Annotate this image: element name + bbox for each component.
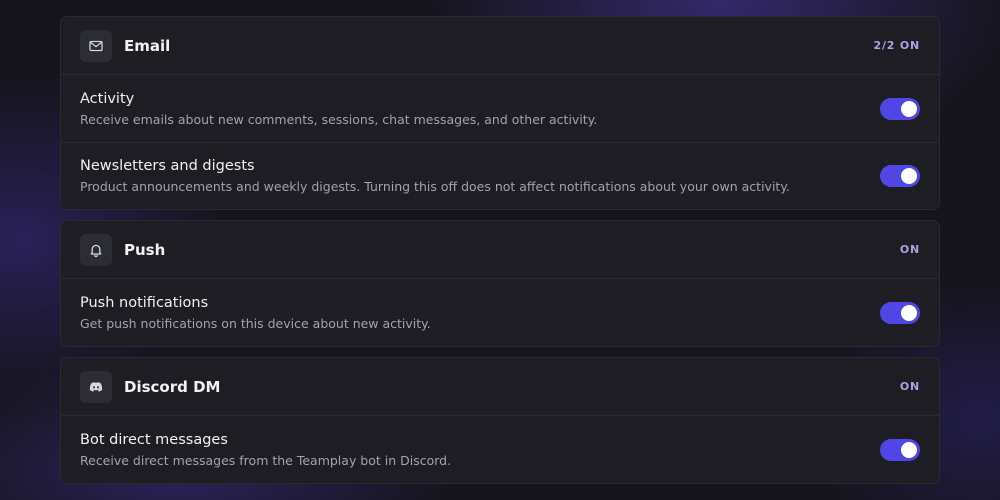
discord-section-title: Discord DM: [124, 377, 221, 396]
setting-description: Product announcements and weekly digests…: [80, 179, 790, 194]
setting-title: Push notifications: [80, 294, 209, 311]
setting-title: Activity: [80, 90, 135, 107]
push-notifications-toggle[interactable]: [880, 301, 920, 324]
email-section: Email 2/2 ON Activity Receive emails abo…: [60, 16, 940, 210]
toggle-knob: [901, 168, 917, 184]
email-section-header: Email 2/2 ON: [61, 17, 939, 75]
setting-title: Newsletters and digests: [80, 158, 255, 174]
setting-description: Receive direct messages from the Teampla…: [80, 452, 452, 468]
toggle-knob: [901, 441, 917, 458]
bell-icon: [80, 233, 112, 266]
setting-row-push-notifications: Push notifications Get push notification…: [61, 279, 939, 346]
newsletters-toggle[interactable]: [880, 165, 920, 187]
discord-icon: [80, 370, 112, 403]
push-section: Push ON Push notifications Get push noti…: [60, 220, 940, 347]
setting-row-newsletters: Newsletters and digests Product announce…: [61, 142, 939, 209]
email-section-title: Email: [124, 36, 171, 55]
discord-section: Discord DM ON Bot direct messages Receiv…: [60, 357, 940, 484]
push-section-status: ON: [899, 243, 920, 256]
setting-row-activity: Activity Receive emails about new commen…: [61, 75, 939, 142]
bot-direct-messages-toggle[interactable]: [880, 438, 920, 461]
mail-icon: [80, 29, 112, 62]
setting-description: Get push notifications on this device ab…: [80, 315, 431, 331]
setting-description: Receive emails about new comments, sessi…: [80, 111, 598, 127]
setting-title: Bot direct messages: [80, 431, 228, 448]
push-section-header: Push ON: [61, 221, 939, 279]
activity-toggle[interactable]: [880, 97, 920, 120]
push-section-title: Push: [124, 240, 166, 259]
notification-settings: Email 2/2 ON Activity Receive emails abo…: [60, 16, 940, 494]
discord-section-header: Discord DM ON: [61, 358, 939, 416]
setting-row-bot-direct-messages: Bot direct messages Receive direct messa…: [61, 416, 939, 483]
email-section-status: 2/2 ON: [873, 39, 920, 52]
discord-section-status: ON: [899, 380, 920, 393]
toggle-knob: [901, 304, 917, 321]
toggle-knob: [901, 100, 917, 117]
